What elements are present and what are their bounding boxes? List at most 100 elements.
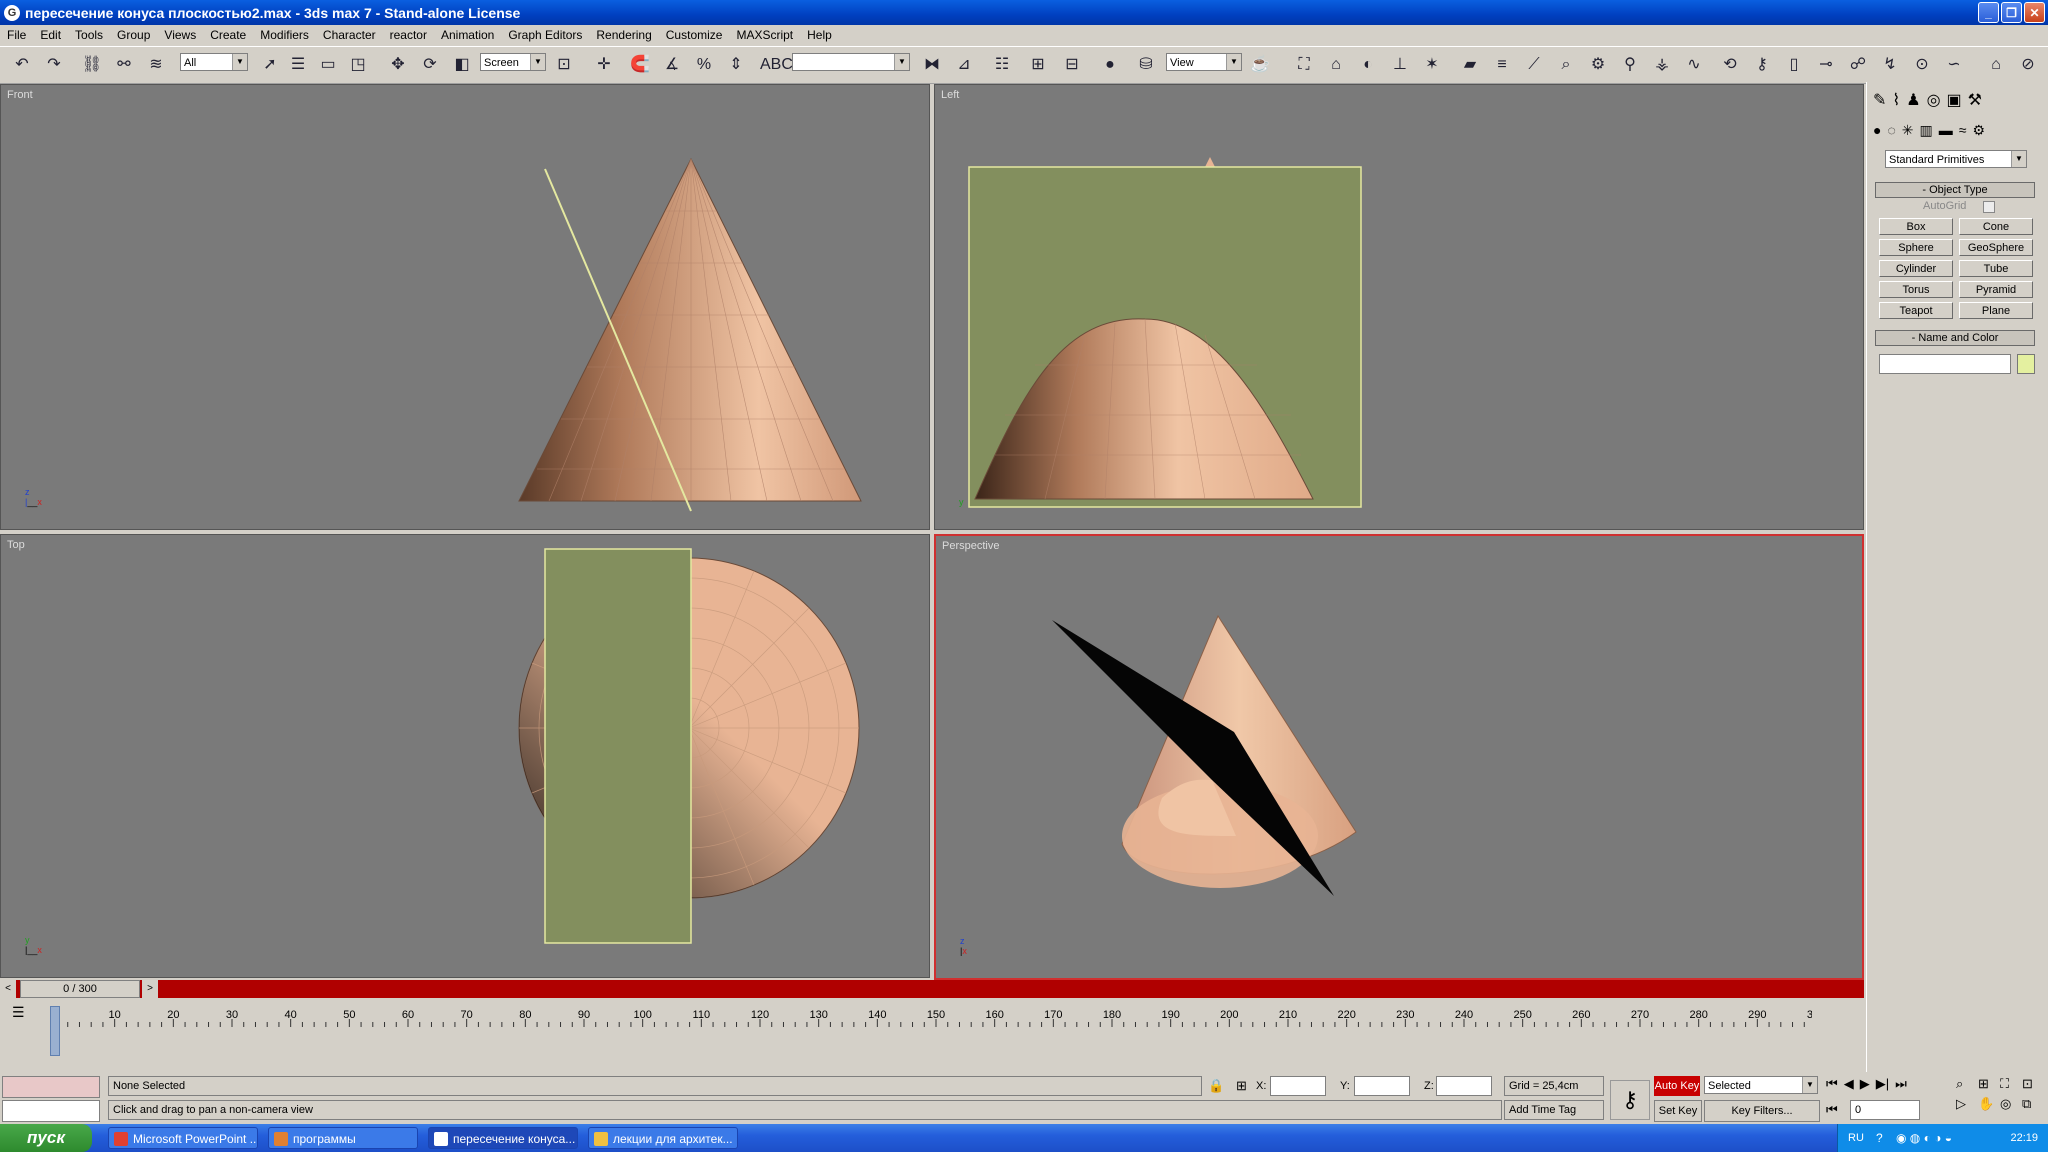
motion-tab-icon[interactable]: ◎ [1927,90,1941,110]
object-color-swatch[interactable] [2017,354,2035,374]
menu-file[interactable]: File [0,28,33,42]
menu-reactor[interactable]: reactor [383,28,434,42]
rectangular-selection-icon[interactable]: ▭ [316,53,340,77]
cameras-icon[interactable]: ▥ [1920,122,1933,139]
reactor-hinge-icon[interactable]: ⊸ [1814,53,1838,77]
reactor-sphere-icon[interactable]: ◐ [1356,53,1380,77]
task-programs[interactable]: программы [268,1127,418,1149]
reactor-preview-icon[interactable]: ⚷ [1750,53,1774,77]
plane-button[interactable]: Plane [1959,302,2033,319]
close-button[interactable]: ✕ [2024,2,2045,23]
cylinder-button[interactable]: Cylinder [1879,260,1953,277]
reactor-spring-icon[interactable]: ✶ [1420,53,1444,77]
reactor-ragdoll-icon[interactable]: ☍ [1846,53,1870,77]
snaps-toggle-icon[interactable]: 🧲 [628,53,652,77]
menu-character[interactable]: Character [316,28,383,42]
redo-icon[interactable]: ↷ [42,53,66,77]
reactor-collection-icon[interactable]: ⛶ [1292,53,1316,77]
window-crossing-icon[interactable]: ◳ [346,53,370,77]
lights-icon[interactable]: ✳ [1902,122,1914,139]
spinner-snap-icon[interactable]: ⇕ [724,53,748,77]
reactor-carwheel-icon[interactable]: ⊙ [1910,53,1934,77]
rotate-icon[interactable]: ⟳ [418,53,442,77]
go-to-start-icon[interactable]: ⏮ [1826,1076,1838,1092]
reactor-deform-icon[interactable]: ≡ [1490,53,1514,77]
select-manipulate-icon[interactable]: ✛ [592,53,616,77]
reactor-dashpot-icon[interactable]: ⊘ [2016,53,2040,77]
curve-editor-icon[interactable]: ⊞ [1026,53,1050,77]
name-color-rollout[interactable]: - Name and Color [1875,330,2035,346]
set-key-icon[interactable]: ⚷ [1610,1080,1650,1120]
reactor-water-icon[interactable]: ⚶ [1650,53,1674,77]
previous-frame-icon[interactable]: ◀ [1844,1076,1854,1092]
quick-render-icon[interactable]: ☕ [1248,53,1272,77]
absolute-mode-icon[interactable]: ⊞ [1236,1078,1247,1094]
tray-icons[interactable]: ◉ ◍ ◐ ◑ ◒ [1896,1124,1952,1152]
shapes-icon[interactable]: ◌ [1887,122,1895,139]
start-button[interactable]: пуск [0,1124,92,1152]
arc-rotate-icon[interactable]: ◎ [2000,1096,2022,1112]
y-coordinate-input[interactable] [1354,1076,1410,1096]
select-object-icon[interactable]: ➚ [258,53,282,77]
menu-rendering[interactable]: Rendering [589,28,658,42]
layer-manager-icon[interactable]: ☷ [990,53,1014,77]
reactor-motor-icon[interactable]: ⟋ [1522,53,1546,77]
reactor-pointpath-icon[interactable]: ∽ [1942,53,1966,77]
edit-named-selection-icon[interactable]: ABC [760,53,793,77]
z-coordinate-input[interactable] [1436,1076,1492,1096]
reference-coordinate-dropdown[interactable]: Screen ▼ [480,53,546,71]
task-folder-lectures[interactable]: лекции для архитек... [588,1127,738,1149]
time-slider[interactable]: < 0 / 300 > [0,980,1864,998]
maxscript-listener-pink[interactable] [2,1076,100,1098]
reactor-plane-icon[interactable]: ⊥ [1388,53,1412,77]
teapot-button[interactable]: Teapot [1879,302,1953,319]
reactor-cloth-icon[interactable]: ⌂ [1324,53,1348,77]
viewport-top[interactable]: Top y |__x [0,534,930,978]
unlink-icon[interactable]: ⚯ [112,53,136,77]
viewport-perspective[interactable]: Perspective z |x [934,534,1864,980]
maximize-button[interactable]: ❐ [2001,2,2022,23]
move-icon[interactable]: ✥ [386,53,410,77]
viewport-front[interactable]: Front z |__x [0,84,930,530]
current-frame-input[interactable]: 0 [1850,1100,1920,1120]
time-slider-thumb[interactable]: 0 / 300 [20,980,140,998]
zoom-extents-icon[interactable]: ⛶ [2000,1076,2022,1092]
zoom-all-icon[interactable]: ⊞ [1978,1076,2000,1092]
curve-editor-mini-icon[interactable]: ☰ [12,1004,25,1021]
track-bar[interactable]: ☰ 01020304050607080901001101201301401501… [0,1000,1864,1062]
pan-view-icon[interactable]: ✋ [1978,1096,2000,1112]
maximize-viewport-icon[interactable]: ⧉ [2022,1096,2044,1112]
named-selection-sets-dropdown[interactable]: ▼ [792,53,910,71]
create-tab-icon[interactable]: ✎ [1873,90,1886,110]
time-prev-icon[interactable]: < [0,980,16,998]
select-link-icon[interactable]: ⛓ [80,53,104,77]
zoom-icon[interactable]: ⌕ [1956,1076,1978,1092]
menu-tools[interactable]: Tools [68,28,110,42]
primitive-category-dropdown[interactable]: Standard Primitives ▼ [1885,150,2027,168]
time-next-icon[interactable]: > [142,980,158,998]
reactor-wind-icon[interactable]: ⌕ [1554,53,1578,77]
key-mode-dropdown[interactable]: Selected ▼ [1704,1076,1818,1094]
mirror-icon[interactable]: ⧓ [920,53,944,77]
align-icon[interactable]: ⊿ [952,53,976,77]
pyramid-button[interactable]: Pyramid [1959,281,2033,298]
reactor-fracture2-icon[interactable]: ⌂ [1984,53,2008,77]
reactor-fracture-icon[interactable]: ⚲ [1618,53,1642,77]
object-type-rollout[interactable]: - Object Type [1875,182,2035,198]
menu-graph-editors[interactable]: Graph Editors [501,28,589,42]
display-tab-icon[interactable]: ▣ [1947,90,1962,110]
scale-icon[interactable]: ◧ [450,53,474,77]
schematic-view-icon[interactable]: ⊟ [1060,53,1084,77]
x-coordinate-input[interactable] [1270,1076,1326,1096]
geometry-icon[interactable]: ● [1873,122,1881,139]
help-icon[interactable]: ? [1876,1124,1883,1152]
menu-modifiers[interactable]: Modifiers [253,28,316,42]
viewport-left[interactable]: Left y [934,84,1864,530]
task-powerpoint[interactable]: Microsoft PowerPoint ... [108,1127,258,1149]
hierarchy-tab-icon[interactable]: ♟ [1906,90,1920,110]
menu-help[interactable]: Help [800,28,839,42]
maxscript-listener-white[interactable] [2,1100,100,1122]
reactor-rope-icon[interactable]: ▰ [1458,53,1482,77]
select-by-name-icon[interactable]: ☰ [286,53,310,77]
next-frame-icon[interactable]: ▶| [1876,1076,1889,1092]
